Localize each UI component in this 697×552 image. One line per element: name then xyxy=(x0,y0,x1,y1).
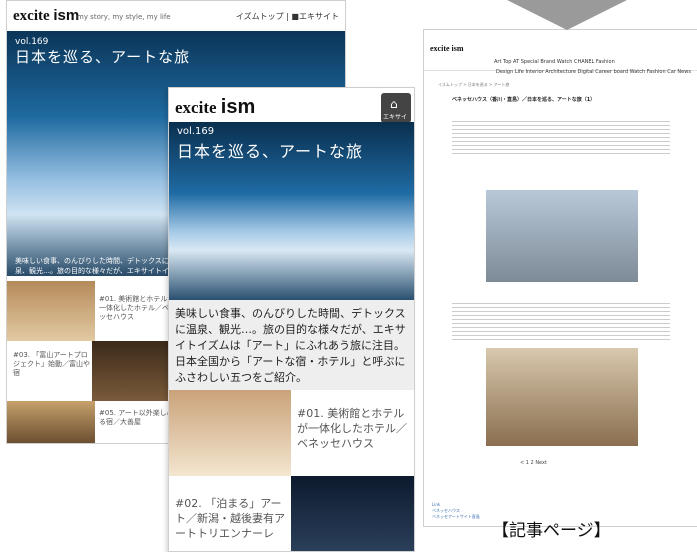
item-caption-1[interactable]: #01. 美術館とホテルが一体化したホテル／ベネッセハウス xyxy=(99,295,179,322)
thumbnail-2[interactable] xyxy=(92,341,180,401)
thumbnail-3[interactable] xyxy=(7,401,95,443)
breadcrumb[interactable]: イズムトップ > 日本を巡る > アート旅 xyxy=(438,82,509,88)
article-photo-2 xyxy=(486,348,638,446)
thumbnail-2[interactable] xyxy=(291,476,414,551)
front-phone-screen: excite ism ⌂ エキサイト vol.169 日本を巡る、アートな旅 美… xyxy=(168,87,415,552)
article-photo-1 xyxy=(486,190,638,282)
secondary-nav[interactable]: Design Life Interior Architecture Digita… xyxy=(496,69,691,75)
logo-text: excite xyxy=(13,8,50,24)
home-button[interactable]: ⌂ エキサイト xyxy=(381,93,411,130)
hero-title: 日本を巡る、アートな旅 xyxy=(15,48,191,66)
logo-text: excite xyxy=(175,98,217,117)
desktop-logo[interactable]: excite ism xyxy=(430,44,464,53)
hero-title: 日本を巡る、アートな旅 xyxy=(177,142,364,161)
tagline: my story, my style, my life xyxy=(77,13,171,21)
volume-label: vol.169 xyxy=(177,126,215,137)
home-icon: ⌂ xyxy=(390,97,398,111)
desktop-article-page: excite ism Art Top AT Special Brand Watc… xyxy=(423,29,697,527)
thumbnail-1[interactable] xyxy=(169,390,291,476)
related-links[interactable]: Link ベネッセハウス ベネッセアートサイト直島 xyxy=(432,502,480,520)
item-caption-3[interactable]: #05. アート以外楽しめる宿／大善屋 xyxy=(99,409,179,427)
excite-logo[interactable]: excite ism xyxy=(175,96,255,119)
page-caption: 【記事ページ】 xyxy=(492,521,611,541)
logo-suffix: ism xyxy=(220,96,256,118)
item-caption-1[interactable]: #01. 美術館とホテルが一体化したホテル／ベネッセハウス xyxy=(297,406,412,451)
item-caption-2[interactable]: #02. 「泊まる」アート／新潟・越後妻有アートトリエンナーレ xyxy=(175,496,285,541)
primary-nav[interactable]: Art Top AT Special Brand Watch CHANEL Fa… xyxy=(494,59,615,65)
item-caption-2[interactable]: #03. 「富山アートプロジェクト」始動／富山や宿 xyxy=(13,351,93,378)
down-arrow-icon xyxy=(507,0,627,30)
article-body-1 xyxy=(452,118,670,156)
intro-text: 美味しい食事、のんびりした時間、デトックスに温泉、観光…。旅の目的な様々だが、エ… xyxy=(175,307,406,384)
excite-logo[interactable]: excite ism xyxy=(13,7,79,25)
article-title: ベネッセハウス（香川・直島）／日本を巡る、アートな旅（1） xyxy=(452,97,596,103)
header-links[interactable]: イズムトップ | ■エキサイト xyxy=(236,11,339,22)
article-body-2 xyxy=(452,300,670,340)
logo-suffix: ism xyxy=(53,7,80,24)
thumbnail-1[interactable] xyxy=(7,281,95,341)
pagination[interactable]: < 1 2 Next xyxy=(520,460,547,466)
